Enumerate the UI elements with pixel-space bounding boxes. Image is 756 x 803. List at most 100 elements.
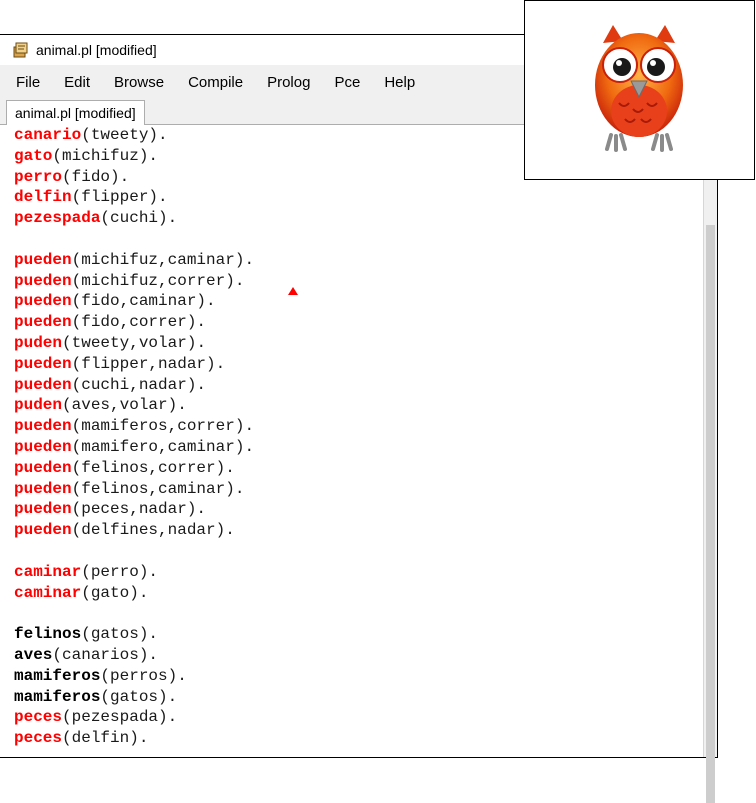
code-line[interactable]: mamiferos(gatos). xyxy=(14,687,254,708)
predicate-args: (fido). xyxy=(62,167,130,186)
predicate-args: (flipper). xyxy=(71,188,168,207)
predicate-args: (flipper,nadar). xyxy=(71,354,226,373)
code-line[interactable]: pueden(felinos,correr). xyxy=(14,458,254,479)
code-line[interactable]: aves(canarios). xyxy=(14,645,254,666)
predicate-args: (tweety). xyxy=(81,126,168,144)
predicate-name: aves xyxy=(14,645,53,664)
vertical-scrollbar[interactable] xyxy=(703,125,717,803)
tab-animal-pl[interactable]: animal.pl [modified] xyxy=(6,100,145,125)
predicate-args: (canarios). xyxy=(52,645,159,664)
predicate-name: peces xyxy=(14,729,63,748)
predicate-args: (felinos,correr). xyxy=(71,458,235,477)
code-line[interactable]: pueden(flipper,nadar). xyxy=(14,354,254,375)
code-line[interactable]: pueden(mamiferos,correr). xyxy=(14,416,254,437)
code-line[interactable]: pueden(michifuz,correr). xyxy=(14,271,254,292)
predicate-args: (perro). xyxy=(81,562,159,581)
predicate-args: (gatos). xyxy=(100,687,178,706)
menu-browse[interactable]: Browse xyxy=(102,74,176,91)
code-line[interactable]: mamiferos(perros). xyxy=(14,666,254,687)
predicate-name: gato xyxy=(14,146,53,165)
predicate-args: (delfines,nadar). xyxy=(71,521,235,540)
predicate-args: (gato). xyxy=(81,583,149,602)
predicate-name: delfin xyxy=(14,188,72,207)
code-line[interactable]: puden(tweety,volar). xyxy=(14,333,254,354)
predicate-args: (felinos,caminar). xyxy=(71,479,245,498)
predicate-args: (fido,caminar). xyxy=(71,292,216,311)
code-line[interactable]: caminar(gato). xyxy=(14,583,254,604)
predicate-name: perro xyxy=(14,167,63,186)
code-line[interactable]: pueden(cuchi,nadar). xyxy=(14,375,254,396)
predicate-args: (michifuz,correr). xyxy=(71,271,245,290)
predicate-name: pueden xyxy=(14,500,72,519)
code-line[interactable]: canario(tweety). xyxy=(14,125,254,146)
predicate-args: (michifuz). xyxy=(52,146,159,165)
predicate-args: (fido,correr). xyxy=(71,313,207,332)
predicate-name: pueden xyxy=(14,313,72,332)
menu-edit[interactable]: Edit xyxy=(52,74,102,91)
predicate-args: (mamifero,caminar). xyxy=(71,437,255,456)
error-triangle-icon xyxy=(288,287,298,295)
code-line[interactable]: pueden(peces,nadar). xyxy=(14,499,254,520)
predicate-args: (mamiferos,correr). xyxy=(71,417,255,436)
predicate-args: (pezespada). xyxy=(62,708,178,727)
logo-panel xyxy=(524,0,755,180)
predicate-name: pueden xyxy=(14,437,72,456)
code-line[interactable]: pezespada(cuchi). xyxy=(14,208,254,229)
predicate-name: pueden xyxy=(14,292,72,311)
predicate-name: mamiferos xyxy=(14,666,101,685)
code-line[interactable]: delfin(flipper). xyxy=(14,187,254,208)
code-line[interactable]: pueden(fido,caminar). xyxy=(14,291,254,312)
menu-prolog[interactable]: Prolog xyxy=(255,74,322,91)
predicate-args: (cuchi). xyxy=(100,209,178,228)
source-code[interactable]: canario(tweety). gato(michifuz). perro(fid… xyxy=(14,125,254,749)
window-title: animal.pl [modified] xyxy=(36,42,157,58)
code-line[interactable]: pueden(felinos,caminar). xyxy=(14,479,254,500)
menu-help[interactable]: Help xyxy=(372,74,427,91)
code-line[interactable]: caminar(perro). xyxy=(14,562,254,583)
code-line[interactable]: pueden(delfines,nadar). xyxy=(14,520,254,541)
swi-prolog-owl-icon xyxy=(13,42,28,58)
predicate-name: caminar xyxy=(14,562,82,581)
code-line[interactable]: gato(michifuz). xyxy=(14,146,254,167)
predicate-name: puden xyxy=(14,333,63,352)
predicate-args: (cuchi,nadar). xyxy=(71,375,207,394)
predicate-name: peces xyxy=(14,708,63,727)
code-line[interactable]: pueden(fido,correr). xyxy=(14,312,254,333)
predicate-name: pueden xyxy=(14,375,72,394)
code-line[interactable] xyxy=(14,603,254,624)
predicate-name: caminar xyxy=(14,583,82,602)
predicate-name: puden xyxy=(14,396,63,415)
menu-file[interactable]: File xyxy=(0,74,52,91)
predicate-args: (aves,volar). xyxy=(62,396,187,415)
code-line[interactable] xyxy=(14,229,254,250)
predicate-args: (peces,nadar). xyxy=(71,500,207,519)
predicate-name: pueden xyxy=(14,271,72,290)
predicate-name: felinos xyxy=(14,625,82,644)
code-line[interactable]: felinos(gatos). xyxy=(14,624,254,645)
code-line[interactable] xyxy=(14,541,254,562)
predicate-name: mamiferos xyxy=(14,687,101,706)
menu-pce[interactable]: Pce xyxy=(322,74,372,91)
predicate-name: pueden xyxy=(14,250,72,269)
code-line[interactable]: peces(pezespada). xyxy=(14,707,254,728)
code-line[interactable]: puden(aves,volar). xyxy=(14,395,254,416)
swi-prolog-owl-logo xyxy=(595,25,683,152)
code-line[interactable]: peces(delfin). xyxy=(14,728,254,749)
predicate-args: (perros). xyxy=(100,666,187,685)
predicate-name: pezespada xyxy=(14,209,101,228)
predicate-args: (tweety,volar). xyxy=(62,333,207,352)
code-line[interactable]: pueden(michifuz,caminar). xyxy=(14,250,254,271)
code-line[interactable]: pueden(mamifero,caminar). xyxy=(14,437,254,458)
predicate-args: (gatos). xyxy=(81,625,159,644)
predicate-name: pueden xyxy=(14,521,72,540)
predicate-name: pueden xyxy=(14,479,72,498)
predicate-args: (michifuz,caminar). xyxy=(71,250,255,269)
code-line[interactable]: perro(fido). xyxy=(14,167,254,188)
predicate-args: (delfin). xyxy=(62,729,149,748)
code-editor[interactable]: canario(tweety). gato(michifuz). perro(fid… xyxy=(0,125,703,757)
predicate-name: pueden xyxy=(14,417,72,436)
predicate-name: pueden xyxy=(14,458,72,477)
scrollbar-thumb[interactable] xyxy=(706,225,715,803)
predicate-name: pueden xyxy=(14,354,72,373)
menu-compile[interactable]: Compile xyxy=(176,74,255,91)
